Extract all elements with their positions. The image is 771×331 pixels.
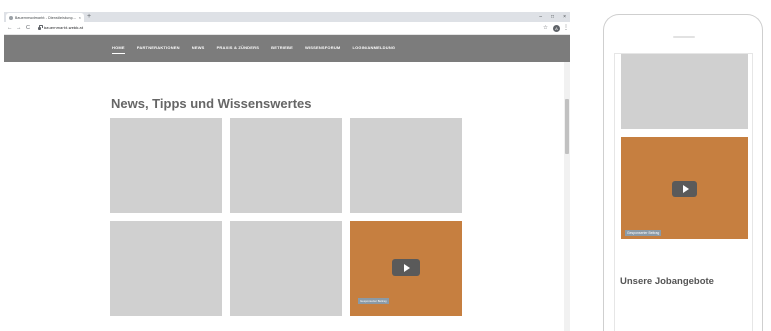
nav-menu: HOME PARTNERAKTIONEN NEWS PRAXIS & ZÜNDE… bbox=[112, 45, 395, 54]
mobile-sponsored-video-card[interactable]: Gesponserter Beitrag bbox=[621, 137, 748, 239]
site-navigation: HOME PARTNERAKTIONEN NEWS PRAXIS & ZÜNDE… bbox=[4, 35, 570, 62]
play-icon bbox=[682, 185, 689, 193]
news-grid: Gesponserter Beitrag bbox=[110, 118, 462, 316]
window-controls: – □ × bbox=[539, 13, 566, 21]
mobile-news-card[interactable] bbox=[621, 54, 748, 129]
vertical-scrollbar[interactable] bbox=[564, 62, 570, 331]
url-text: bauernmarkt-webb.at bbox=[44, 26, 84, 30]
nav-item-betriebe[interactable]: BETRIEBE bbox=[271, 45, 293, 50]
page-content: News, Tipps und Wissenswertes Gesponsert… bbox=[4, 62, 564, 331]
close-window-button[interactable]: × bbox=[563, 13, 566, 21]
forward-icon[interactable]: → bbox=[16, 24, 22, 32]
play-button[interactable] bbox=[392, 259, 420, 276]
sponsored-badge: Gesponserter Beitrag bbox=[358, 298, 389, 304]
back-icon[interactable]: ← bbox=[7, 24, 13, 32]
phone-screen: Gesponserter Beitrag Unsere Jobangebote bbox=[614, 53, 753, 331]
tab-strip: Bauernmodmarkt - Dienstleistung... × + –… bbox=[4, 12, 570, 22]
nav-item-praxis[interactable]: PRAXIS & ZÜNDERS bbox=[217, 45, 260, 50]
nav-item-news[interactable]: NEWS bbox=[192, 45, 205, 50]
browser-toolbar: ← → C bauernmarkt-webb.at ☆ A ⋮ bbox=[4, 22, 570, 35]
new-tab-button[interactable]: + bbox=[87, 13, 91, 21]
nav-item-partneraktionen[interactable]: PARTNERAKTIONEN bbox=[137, 45, 180, 50]
section-heading: News, Tipps und Wissenswertes bbox=[111, 96, 312, 111]
bookmark-star-icon[interactable]: ☆ bbox=[543, 25, 548, 31]
mobile-section-heading: Unsere Jobangebote bbox=[620, 276, 714, 287]
favicon-icon bbox=[9, 15, 13, 20]
phone-mockup: Gesponserter Beitrag Unsere Jobangebote bbox=[603, 14, 763, 331]
play-icon bbox=[404, 263, 410, 272]
tab-title: Bauernmodmarkt - Dienstleistung... bbox=[15, 15, 76, 20]
lock-icon bbox=[38, 25, 43, 30]
scrollbar-thumb[interactable] bbox=[565, 99, 569, 154]
nav-item-login[interactable]: LOGIN/ANMELDUNG bbox=[352, 45, 395, 50]
news-card[interactable] bbox=[350, 118, 462, 213]
reload-icon[interactable]: C bbox=[26, 24, 30, 32]
minimize-button[interactable]: – bbox=[539, 13, 542, 21]
nav-item-home[interactable]: HOME bbox=[112, 45, 125, 54]
profile-avatar[interactable]: A bbox=[553, 25, 560, 32]
browser-menu-icon[interactable]: ⋮ bbox=[563, 24, 569, 32]
phone-speaker bbox=[673, 36, 695, 38]
news-card[interactable] bbox=[230, 221, 342, 316]
browser-tab[interactable]: Bauernmodmarkt - Dienstleistung... × bbox=[6, 13, 84, 22]
mobile-play-button[interactable] bbox=[672, 181, 697, 197]
news-card[interactable] bbox=[110, 118, 222, 213]
news-card[interactable] bbox=[110, 221, 222, 316]
address-bar[interactable]: bauernmarkt-webb.at bbox=[38, 24, 518, 32]
sponsored-video-card[interactable]: Gesponserter Beitrag bbox=[350, 221, 462, 316]
desktop-browser-window: Bauernmodmarkt - Dienstleistung... × + –… bbox=[4, 12, 570, 331]
close-tab-icon[interactable]: × bbox=[79, 15, 81, 20]
mobile-sponsored-badge: Gesponserter Beitrag bbox=[625, 230, 662, 236]
maximize-button[interactable]: □ bbox=[551, 13, 554, 21]
nav-item-wissensforum[interactable]: WISSENSFORUM bbox=[305, 45, 341, 50]
news-card[interactable] bbox=[230, 118, 342, 213]
